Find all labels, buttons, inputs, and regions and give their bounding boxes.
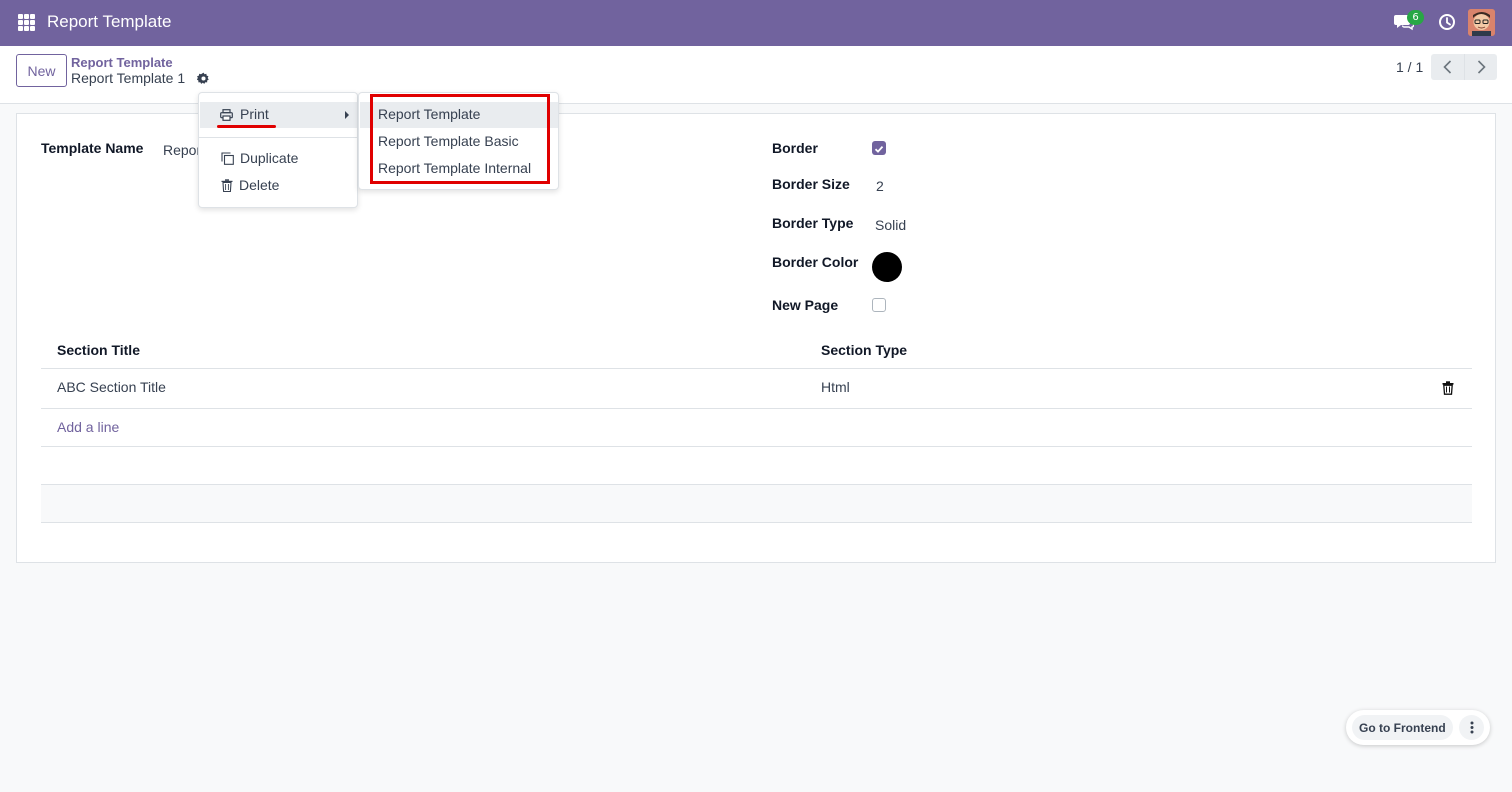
go-to-frontend-button[interactable]: Go to Frontend (1352, 715, 1453, 740)
action-menu: Print Duplicate Delete (198, 92, 358, 208)
top-navbar: Report Template 6 (0, 0, 1512, 46)
menu-divider (199, 137, 357, 138)
pager-next-button[interactable] (1464, 54, 1497, 80)
menu-item-duplicate[interactable]: Duplicate (221, 150, 298, 166)
vertical-dots-icon (1470, 721, 1473, 734)
border-color-label: Border Color (772, 254, 859, 270)
border-color-swatch[interactable] (872, 252, 902, 282)
chat-count-badge: 6 (1407, 10, 1424, 25)
apps-grid-icon[interactable] (18, 14, 35, 31)
new-button[interactable]: New (16, 54, 67, 87)
add-a-line-link[interactable]: Add a line (57, 419, 119, 435)
copy-icon (221, 151, 234, 165)
add-line-row: Add a line (41, 409, 1472, 447)
menu-item-duplicate-label: Duplicate (240, 150, 299, 166)
section-type-cell[interactable]: Html (821, 379, 850, 395)
annotation-highlight-box (370, 94, 550, 184)
border-checkbox[interactable] (872, 141, 886, 155)
pager-value[interactable]: 1 / 1 (1396, 59, 1423, 75)
border-type-label: Border Type (772, 215, 854, 231)
gear-icon[interactable] (197, 72, 210, 85)
chevron-right-icon (1477, 60, 1486, 74)
new-page-checkbox[interactable] (872, 298, 886, 312)
chevron-left-icon (1443, 60, 1452, 74)
sections-table-header: Section Title Section Type (41, 336, 1472, 369)
trash-icon (221, 178, 233, 192)
more-options-button[interactable] (1459, 715, 1484, 740)
user-avatar[interactable] (1468, 9, 1495, 36)
caret-right-icon (345, 111, 349, 119)
border-size-label: Border Size (772, 176, 850, 192)
section-title-cell[interactable]: ABC Section Title (57, 379, 166, 395)
checkmark-icon (874, 145, 884, 153)
border-size-field[interactable]: 2 (876, 178, 884, 194)
menu-item-delete-label: Delete (239, 177, 280, 193)
column-header-section-type[interactable]: Section Type (821, 342, 907, 358)
frontend-toolbar: Go to Frontend (1346, 710, 1490, 745)
printer-icon (220, 109, 233, 121)
pager-previous-button[interactable] (1431, 54, 1464, 80)
table-row[interactable]: ABC Section Title Html (41, 369, 1472, 409)
border-type-field[interactable]: Solid (875, 217, 906, 233)
empty-row (41, 485, 1472, 523)
breadcrumb-current: Report Template 1 (71, 70, 186, 86)
menu-item-delete[interactable]: Delete (221, 177, 279, 193)
clock-icon[interactable] (1438, 13, 1456, 31)
template-name-field[interactable]: Repor (163, 142, 201, 158)
new-page-label: New Page (772, 297, 839, 313)
trash-icon[interactable] (1442, 381, 1454, 395)
breadcrumb-parent[interactable]: Report Template (71, 55, 173, 70)
app-title[interactable]: Report Template (47, 12, 171, 32)
column-header-section-title[interactable]: Section Title (57, 342, 140, 358)
print-highlight-underline (217, 125, 276, 128)
empty-row (41, 447, 1472, 485)
menu-item-print-label: Print (240, 106, 269, 122)
template-name-label: Template Name (41, 140, 144, 156)
border-label: Border (772, 140, 818, 156)
